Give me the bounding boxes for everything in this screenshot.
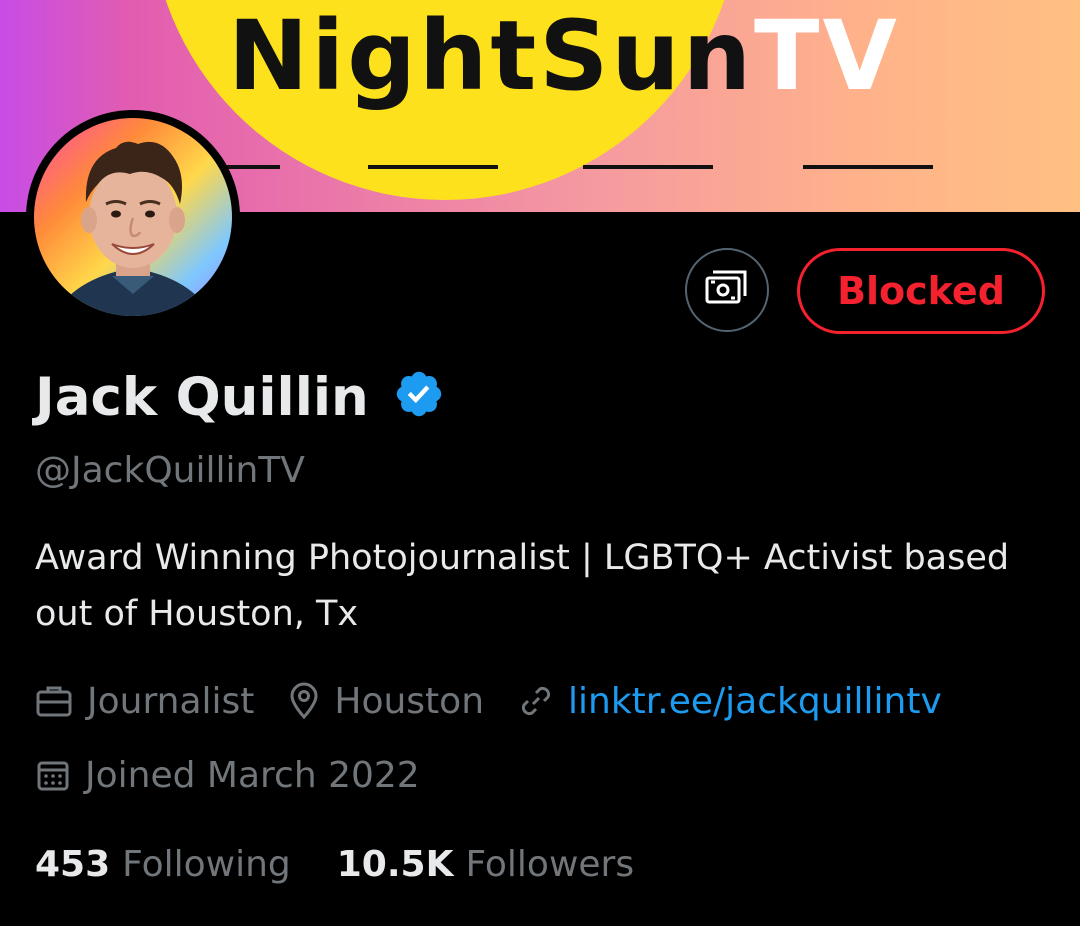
- banner-dash: [803, 165, 933, 169]
- location-label: Houston: [334, 680, 485, 722]
- calendar-icon: [35, 757, 71, 793]
- verified-badge-icon[interactable]: [393, 368, 445, 424]
- tips-button[interactable]: [685, 248, 769, 332]
- joined-label: Joined March 2022: [85, 754, 420, 796]
- following-label: Following: [122, 843, 291, 885]
- followers-count: 10.5K: [336, 843, 454, 885]
- profile-handle: @JackQuillinTV: [35, 450, 305, 491]
- followers-link[interactable]: 10.5K Followers: [337, 844, 680, 885]
- blocked-button[interactable]: Blocked: [797, 248, 1045, 334]
- banner-logo-text: NightSunTV: [228, 8, 900, 104]
- profession-item: Journalist: [35, 681, 254, 722]
- banner-dash: [368, 165, 498, 169]
- money-icon: [705, 268, 749, 312]
- following-link[interactable]: 453 Following: [35, 844, 337, 885]
- profile-name: Jack Quillin: [35, 367, 369, 428]
- profile-meta-row: Journalist Houston linktr.ee/jackquillin…: [35, 676, 976, 726]
- location-pin-icon: [288, 682, 320, 720]
- avatar[interactable]: [26, 110, 240, 324]
- website-link[interactable]: linktr.ee/jackquillintv: [568, 681, 942, 722]
- profile-bio: Award Winning Photojournalist | LGBTQ+ A…: [35, 538, 1010, 634]
- location-item: Houston: [288, 681, 484, 722]
- followers-label: Followers: [465, 843, 635, 885]
- profile-joined-row: Joined March 2022: [35, 750, 454, 800]
- profession-label: Journalist: [87, 680, 255, 722]
- banner-logo-part2: TV: [754, 0, 900, 112]
- website-item[interactable]: linktr.ee/jackquillintv: [518, 681, 942, 722]
- following-count: 453: [35, 843, 111, 885]
- avatar-photo: [34, 118, 232, 316]
- banner-dash: [583, 165, 713, 169]
- banner-logo-part1: NightSun: [228, 0, 755, 112]
- joined-item: Joined March 2022: [35, 755, 420, 796]
- follow-stats: 453 Following 10.5K Followers: [35, 838, 680, 890]
- briefcase-icon: [35, 684, 73, 718]
- link-icon: [518, 683, 554, 719]
